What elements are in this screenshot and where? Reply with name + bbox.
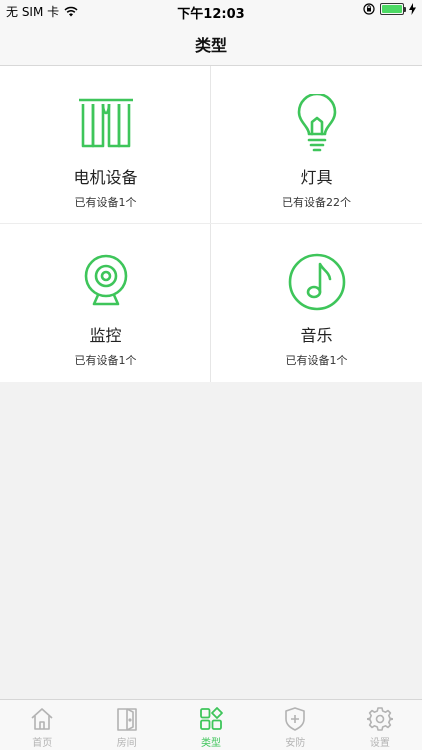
curtain-icon bbox=[78, 98, 133, 148]
music-note-icon bbox=[288, 253, 345, 311]
nav-bar: 类型 bbox=[0, 22, 422, 66]
category-monitoring[interactable]: 监控 已有设备1个 bbox=[0, 224, 211, 382]
category-music[interactable]: 音乐 已有设备1个 bbox=[211, 224, 422, 382]
category-count: 已有设备1个 bbox=[74, 196, 137, 209]
orientation-lock-icon bbox=[363, 3, 375, 15]
shield-icon bbox=[285, 707, 306, 731]
status-time: 下午12:03 bbox=[177, 7, 245, 22]
category-name: 监控 bbox=[89, 326, 122, 345]
category-count: 已有设备22个 bbox=[282, 196, 351, 209]
tab-settings[interactable]: 设置 bbox=[338, 700, 422, 750]
tab-rooms[interactable]: 房间 bbox=[84, 700, 168, 750]
grid-icon bbox=[200, 707, 223, 730]
category-count: 已有设备1个 bbox=[285, 354, 348, 367]
camera-icon bbox=[84, 254, 127, 306]
status-bar: 无 SIM 卡 下午12:03 bbox=[0, 0, 422, 22]
tab-types[interactable]: 类型 bbox=[169, 700, 253, 750]
door-icon bbox=[116, 708, 137, 731]
category-motor-devices[interactable]: 电机设备 已有设备1个 bbox=[0, 66, 211, 224]
tab-label: 设置 bbox=[369, 738, 390, 749]
tab-label: 类型 bbox=[201, 738, 222, 749]
status-right bbox=[363, 3, 416, 15]
category-name: 音乐 bbox=[300, 326, 333, 345]
tab-bar: 首页 房间 类型 安防 设置 bbox=[0, 699, 422, 750]
battery-icon bbox=[380, 3, 406, 15]
charging-icon bbox=[409, 3, 416, 15]
bulb-icon bbox=[297, 94, 336, 152]
category-count: 已有设备1个 bbox=[74, 354, 137, 367]
home-icon bbox=[31, 708, 53, 730]
category-name: 灯具 bbox=[300, 168, 333, 187]
tab-label: 首页 bbox=[32, 738, 53, 749]
tab-label: 安防 bbox=[285, 738, 306, 749]
tab-home[interactable]: 首页 bbox=[0, 700, 84, 750]
tab-security[interactable]: 安防 bbox=[253, 700, 337, 750]
gear-icon bbox=[366, 707, 393, 731]
tab-label: 房间 bbox=[116, 738, 137, 749]
category-name: 电机设备 bbox=[73, 168, 138, 187]
category-grid: 电机设备 已有设备1个 灯具 已有设备22个 监控 已有设备1个 音乐 已有设备… bbox=[0, 66, 422, 382]
category-lights[interactable]: 灯具 已有设备22个 bbox=[211, 66, 422, 224]
page-title: 类型 bbox=[194, 35, 227, 55]
